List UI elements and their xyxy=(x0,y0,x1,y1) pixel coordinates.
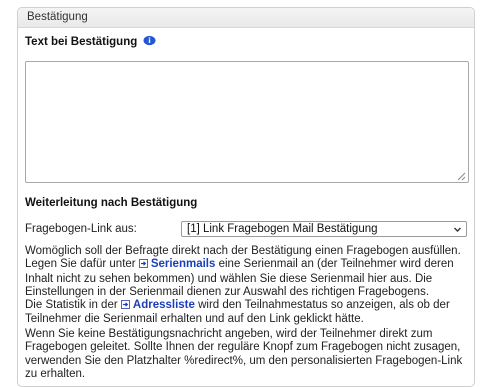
resize-grip-icon[interactable] xyxy=(456,170,466,181)
confirmation-text-label: Text bei Bestätigung xyxy=(25,36,138,48)
arrow-link-icon xyxy=(120,300,130,313)
adressliste-link[interactable]: Adressliste xyxy=(120,299,195,313)
redirect-heading: Weiterleitung nach Bestätigung xyxy=(25,197,198,209)
confirmation-text-heading: Text bei Bestätigung xyxy=(25,35,156,49)
info-paragraph-1: Womöglich soll der Befragte direkt nach … xyxy=(25,245,473,299)
confirmation-textarea[interactable] xyxy=(25,61,469,183)
paragraph-2-text-a: Die Statistik in der xyxy=(25,299,118,311)
panel-header: Bestätigung xyxy=(18,8,474,28)
questionnaire-link-select[interactable]: [1] Link Fragebogen Mail Bestätigung xyxy=(181,221,467,237)
info-paragraph-3: Wenn Sie keine Bestätigungsnachricht ang… xyxy=(25,328,463,380)
questionnaire-link-label: Fragebogen-Link aus: xyxy=(25,223,137,235)
serienmails-link-label: Serienmails xyxy=(150,258,216,271)
panel-title: Bestätigung xyxy=(27,11,88,23)
adressliste-link-label: Adressliste xyxy=(132,299,195,311)
serienmails-link[interactable]: Serienmails xyxy=(138,258,216,272)
info-icon[interactable] xyxy=(143,35,156,49)
chevron-down-icon xyxy=(453,224,462,238)
info-paragraph-2: Die Statistik in der Adressliste wird de… xyxy=(25,299,473,327)
arrow-link-icon xyxy=(138,259,148,272)
questionnaire-link-selected: [1] Link Fragebogen Mail Bestätigung xyxy=(187,223,378,235)
confirmation-panel: Bestätigung Text bei Bestätigung Weiterl… xyxy=(17,7,475,387)
